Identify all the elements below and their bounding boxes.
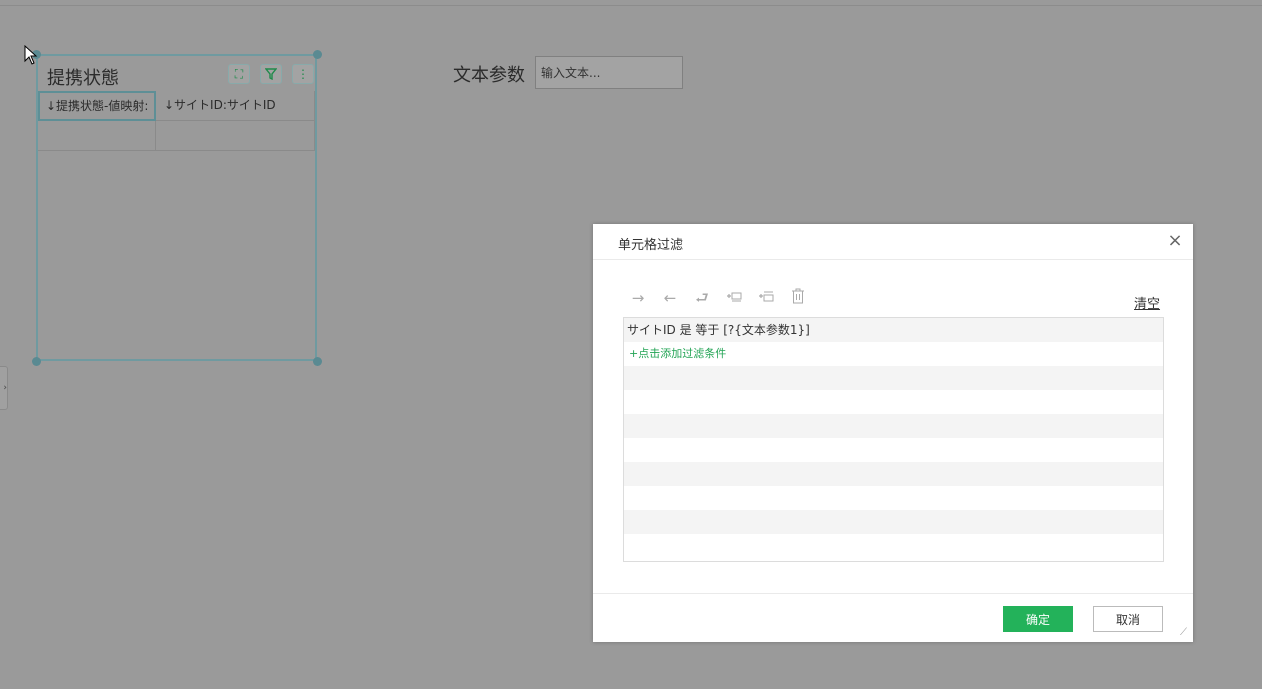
- cell-filter-dialog: 单元格过滤 × → ← ⮐ 清空 サイトID 是 等于 [?{文本参数1}] +…: [593, 224, 1193, 642]
- empty-row: [624, 390, 1163, 414]
- param-input-box: [535, 56, 683, 89]
- add-condition-link[interactable]: +点击添加过滤条件: [624, 342, 1163, 366]
- dialog-header: 单元格过滤 ×: [593, 224, 1193, 260]
- empty-row: [624, 438, 1163, 462]
- filter-condition-list: サイトID 是 等于 [?{文本参数1}] +点击添加过滤条件: [623, 317, 1164, 562]
- empty-row: [624, 462, 1163, 486]
- widget-title: 提携状態: [47, 68, 119, 89]
- arrow-left-icon[interactable]: ←: [659, 288, 681, 308]
- widget-table: ↓提携状態-値映射: ↓サイトID:サイトID: [38, 91, 315, 151]
- delete-icon[interactable]: [787, 288, 809, 308]
- insert-condition-icon[interactable]: [723, 288, 745, 308]
- filter-icon[interactable]: [260, 64, 282, 84]
- param-label: 文本参数: [453, 65, 525, 86]
- empty-row: [624, 486, 1163, 510]
- text-param-input[interactable]: [536, 57, 682, 88]
- table-cell[interactable]: [38, 121, 156, 151]
- table-header-cell[interactable]: ↓サイトID:サイトID: [156, 91, 315, 121]
- resize-grip-icon[interactable]: ⟋: [1180, 628, 1190, 638]
- add-condition-icon[interactable]: [755, 288, 777, 308]
- resize-handle[interactable]: [313, 50, 322, 59]
- empty-row: [624, 534, 1163, 558]
- return-arrow-icon[interactable]: ⮐: [691, 288, 713, 308]
- table-row: [38, 121, 315, 151]
- dialog-footer: 确定 取消: [593, 593, 1193, 643]
- side-panel-toggle[interactable]: ›: [0, 366, 8, 410]
- arrow-right-icon[interactable]: →: [627, 288, 649, 308]
- mouse-cursor-icon: [24, 45, 38, 65]
- table-cell[interactable]: [156, 121, 315, 151]
- empty-row: [624, 510, 1163, 534]
- clear-link[interactable]: 清空: [1134, 293, 1160, 312]
- condition-row[interactable]: サイトID 是 等于 [?{文本参数1}]: [624, 318, 1163, 342]
- top-divider: [0, 5, 1262, 6]
- more-menu-icon[interactable]: ⋮: [292, 64, 314, 84]
- cancel-button[interactable]: 取消: [1093, 606, 1163, 632]
- close-icon[interactable]: ×: [1166, 232, 1184, 250]
- table-header-cell[interactable]: ↓提携状態-値映射:: [38, 91, 156, 121]
- empty-row: [624, 366, 1163, 390]
- table-header-row: ↓提携状態-値映射: ↓サイトID:サイトID: [38, 91, 315, 121]
- empty-row: [624, 414, 1163, 438]
- confirm-button[interactable]: 确定: [1003, 606, 1073, 632]
- resize-handle[interactable]: [32, 357, 41, 366]
- table-widget[interactable]: 提携状態 ⛶ ⋮ ↓提携状態-値映射: ↓サイトID:サイトID: [36, 54, 317, 361]
- dialog-title: 单元格过滤: [618, 238, 684, 253]
- fullscreen-icon[interactable]: ⛶: [228, 64, 250, 84]
- resize-handle[interactable]: [313, 357, 322, 366]
